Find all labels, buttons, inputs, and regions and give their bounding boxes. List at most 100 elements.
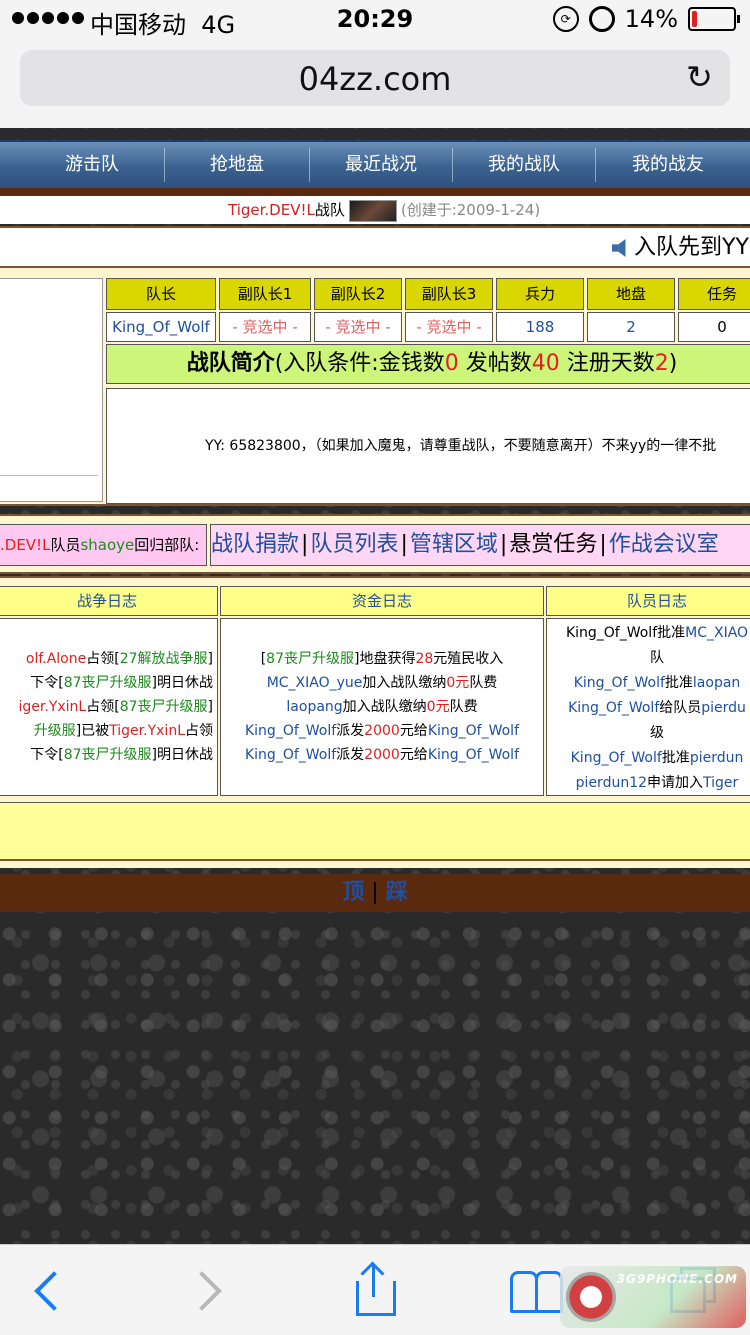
fund-log-title[interactable]: 资金日志	[220, 586, 544, 616]
log-entry: pierdun12申请加入Tiger	[547, 771, 750, 795]
log-segment: 批准	[657, 625, 686, 641]
reload-icon[interactable]: ↻	[686, 61, 716, 93]
team-action-row: .DEV!L队员shaoye回归部队: 战队捐款|队员列表|管辖区域|悬赏任务|…	[0, 514, 750, 574]
nav-item-my-team[interactable]: 我的战队	[453, 142, 595, 188]
log-entry: [87丧尸升级服]地盘获得28元殖民收入	[221, 647, 543, 671]
log-segment[interactable]: MC_XIAO	[685, 625, 748, 641]
log-segment[interactable]: King_Of_Wolf	[245, 723, 336, 739]
log-segment[interactable]: 0元	[427, 699, 450, 715]
log-segment[interactable]: King_Of_Wolf	[571, 750, 662, 766]
log-segment[interactable]: pierdun12	[576, 775, 647, 791]
link-bounty[interactable]: 悬赏任务	[509, 532, 597, 557]
log-entry: 队	[547, 646, 750, 670]
log-segment[interactable]: laopan	[693, 675, 740, 691]
announcement-text: 入队先到YY	[634, 235, 749, 260]
log-segment[interactable]: King_Of_Wolf	[574, 675, 665, 691]
log-segment[interactable]: olf.Alone	[26, 651, 86, 667]
member-log: King_Of_Wolf批准MC_XIAO 队 King_Of_Wolf批准laop…	[546, 618, 750, 796]
return-member[interactable]: shaoye	[80, 536, 134, 554]
log-segment: ]地盘获得	[354, 651, 416, 667]
link-war-room[interactable]: 作战会议室	[609, 532, 719, 557]
share-icon[interactable]	[350, 1261, 406, 1319]
team-info-panel: 队长 副队长1 副队长2 副队长3 兵力 地盘 任务 King_Of_Wolf …	[0, 268, 750, 506]
captain-link[interactable]: King_Of_Wolf	[106, 312, 216, 342]
battery-icon	[688, 7, 740, 31]
top-link[interactable]: 顶	[342, 880, 364, 905]
team-name[interactable]: Tiger.DEV!L	[228, 201, 315, 219]
header-tasks: 任务	[678, 278, 750, 310]
req-posts: 40	[531, 351, 560, 376]
tasks-value: 0	[678, 312, 750, 342]
war-log: olf.Alone占领[27解放战争服] 下令[87丧尸升级服]明日休战 iger.…	[0, 618, 218, 796]
log-segment[interactable]: 2000	[364, 723, 400, 739]
log-segment[interactable]: laopang	[286, 699, 342, 715]
log-segment[interactable]: 87丧尸升级服	[120, 699, 208, 715]
log-segment: 申请加入	[647, 775, 704, 791]
fund-log: [87丧尸升级服]地盘获得28元殖民收入 MC_XIAO_yue加入战队缴纳0元队…	[220, 618, 544, 796]
log-entry: olf.Alone占领[27解放战争服]	[26, 647, 213, 671]
log-segment: 给队员	[659, 700, 702, 716]
log-segment: 派发	[336, 723, 365, 739]
log-segment[interactable]: iger.YxinL	[19, 699, 87, 715]
nav-item-territory[interactable]: 抢地盘	[165, 142, 309, 188]
team-created-date: (创建于:2009-1-24)	[400, 201, 541, 219]
url-text[interactable]: 04zz.com	[20, 60, 730, 98]
logs-footer	[0, 802, 750, 861]
log-segment[interactable]: King_Of_Wolf	[568, 700, 659, 716]
req-days: 2	[654, 351, 669, 376]
forward-icon[interactable]	[180, 1263, 236, 1319]
log-entry: 级	[547, 721, 750, 745]
log-segment[interactable]: 27解放战争服	[120, 651, 208, 667]
team-avatar	[348, 199, 397, 222]
log-segment: 派发	[336, 747, 365, 763]
nav-item-my-friends[interactable]: 我的战友	[596, 142, 740, 188]
alarm-icon	[588, 6, 615, 32]
log-segment[interactable]: King_Of_Wolf	[428, 723, 519, 739]
log-entry: MC_XIAO_yue加入战队缴纳0元队费	[221, 671, 543, 695]
log-segment[interactable]: pierdu	[701, 700, 746, 716]
log-segment[interactable]: 0元	[446, 675, 469, 691]
speaker-icon	[612, 239, 626, 257]
link-jurisdiction[interactable]: 管辖区域	[410, 532, 498, 557]
site-watermark: 3G9PHONE.COM	[560, 1266, 746, 1328]
member-log-title[interactable]: 队员日志	[546, 586, 750, 616]
link-member-list[interactable]: 队员列表	[310, 532, 398, 557]
log-segment[interactable]: 2000	[364, 747, 400, 763]
log-segment[interactable]: King_Of_Wolf	[428, 747, 519, 763]
address-bar[interactable]: 04zz.com ↻	[20, 50, 730, 106]
log-segment[interactable]: 87丧尸升级服	[64, 747, 152, 763]
header-vice-captain-2: 副队长2	[314, 278, 402, 310]
log-segment: 队费	[449, 699, 478, 715]
log-segment[interactable]: 升级服	[34, 723, 76, 739]
log-segment: 级	[650, 725, 664, 741]
log-segment[interactable]: 87丧尸升级服	[64, 675, 152, 691]
log-segment[interactable]: 28	[415, 651, 433, 667]
nav-item-guerrilla[interactable]: 游击队	[20, 142, 164, 188]
log-segment[interactable]: Tiger.YxinL	[109, 723, 185, 739]
log-segment[interactable]: King_Of_Wolf	[245, 747, 336, 763]
territory-value[interactable]: 2	[587, 312, 675, 342]
log-segment: 占领	[185, 723, 213, 739]
header-troops: 兵力	[496, 278, 584, 310]
log-segment: 批准	[664, 675, 693, 691]
log-entry: King_Of_Wolf给队员pierdu	[547, 696, 750, 720]
log-segment[interactable]: 87丧尸升级服	[266, 651, 354, 667]
log-segment: 队	[650, 650, 664, 666]
log-segment: 加入战队缴纳	[342, 699, 427, 715]
link-donate[interactable]: 战队捐款	[211, 532, 299, 557]
log-segment: ]已被	[75, 723, 110, 739]
intro-text: YY: 65823800，（如果加入魔鬼，请尊重战队，不要随意离开）不来yy的一…	[205, 438, 717, 454]
log-segment[interactable]: pierdun	[690, 750, 744, 766]
log-segment[interactable]: Tiger	[703, 775, 738, 791]
log-segment[interactable]: MC_XIAO_yue	[267, 675, 363, 691]
return-team[interactable]: .DEV!L	[0, 536, 50, 554]
bookmarks-icon[interactable]	[508, 1263, 564, 1319]
team-header: Tiger.DEV!L战队 (创建于:2009-1-24)	[0, 196, 750, 224]
team-side-box	[0, 278, 103, 502]
back-icon[interactable]	[20, 1263, 76, 1319]
bottom-link[interactable]: 踩	[386, 880, 408, 905]
war-log-title[interactable]: 战争日志	[0, 586, 218, 616]
team-label: 战队	[314, 201, 345, 219]
nav-item-recent-battles[interactable]: 最近战况	[310, 142, 452, 188]
vice-captain-3-value: - 竞选中 -	[405, 312, 493, 342]
